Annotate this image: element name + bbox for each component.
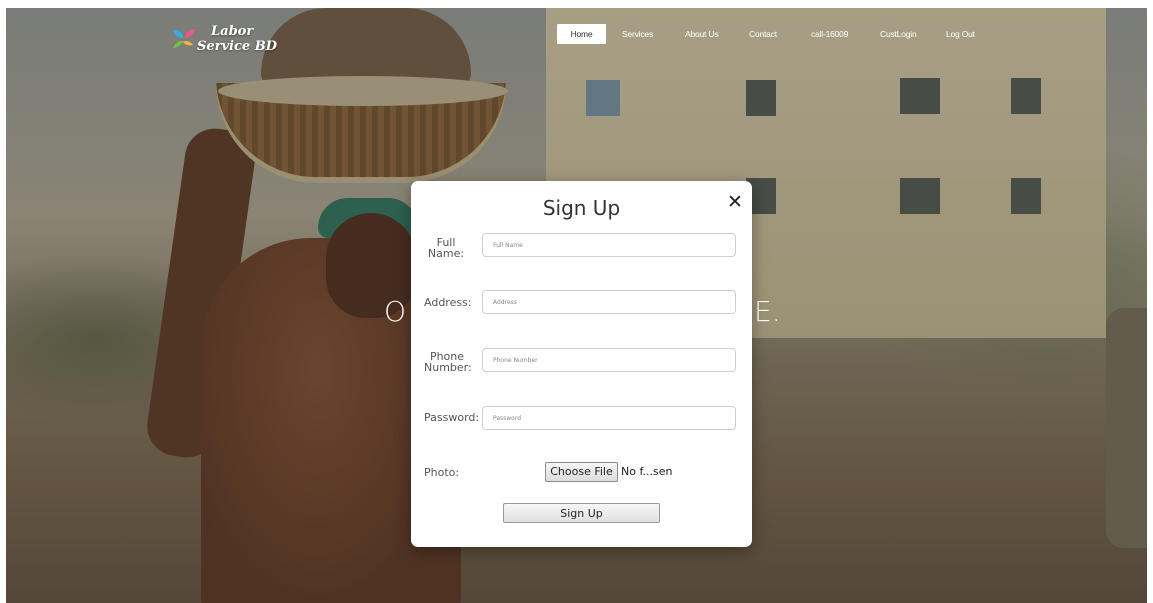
brand-logo[interactable]: Labor Service BD: [171, 24, 281, 58]
nav-log-out[interactable]: Log Out: [946, 24, 975, 44]
nav-services[interactable]: Services: [622, 24, 653, 44]
brand-name: Labor Service BD: [197, 24, 277, 54]
password-label: Password:: [424, 411, 480, 424]
signup-modal: Sign Up ✕ Full Name: Address: Phone Numb…: [411, 181, 752, 547]
full-name-label: Full Name:: [424, 237, 468, 259]
password-field[interactable]: [482, 406, 736, 430]
address-label: Address:: [424, 296, 472, 309]
brand-name-line1: Labor: [211, 24, 254, 39]
modal-title: Sign Up: [542, 196, 621, 220]
full-name-label-line2: Name:: [427, 247, 465, 260]
nav-about-us[interactable]: About Us: [685, 24, 719, 44]
full-name-field[interactable]: [482, 233, 736, 257]
nav-home[interactable]: Home: [557, 24, 606, 44]
sign-up-button[interactable]: Sign Up: [503, 503, 660, 523]
brand-name-line2: Service BD: [197, 39, 277, 54]
nav-call[interactable]: call-16009: [811, 24, 848, 44]
nav-contact[interactable]: Contact: [749, 24, 777, 44]
photo-label: Photo:: [424, 466, 460, 479]
hero-heading-right: E.: [754, 295, 781, 328]
phone-field[interactable]: [482, 348, 736, 372]
phone-label-line2: Number:: [424, 361, 472, 374]
choose-file-button[interactable]: Choose File: [545, 462, 618, 482]
address-field[interactable]: [482, 290, 736, 314]
hero-heading-left: O: [384, 295, 407, 328]
phone-label: Phone Number:: [424, 351, 472, 374]
file-status: No f...sen: [621, 465, 673, 478]
leaf-logo-icon: [173, 29, 195, 48]
close-icon[interactable]: ✕: [725, 192, 745, 212]
nav-cust-login[interactable]: CustLogin: [880, 24, 917, 44]
